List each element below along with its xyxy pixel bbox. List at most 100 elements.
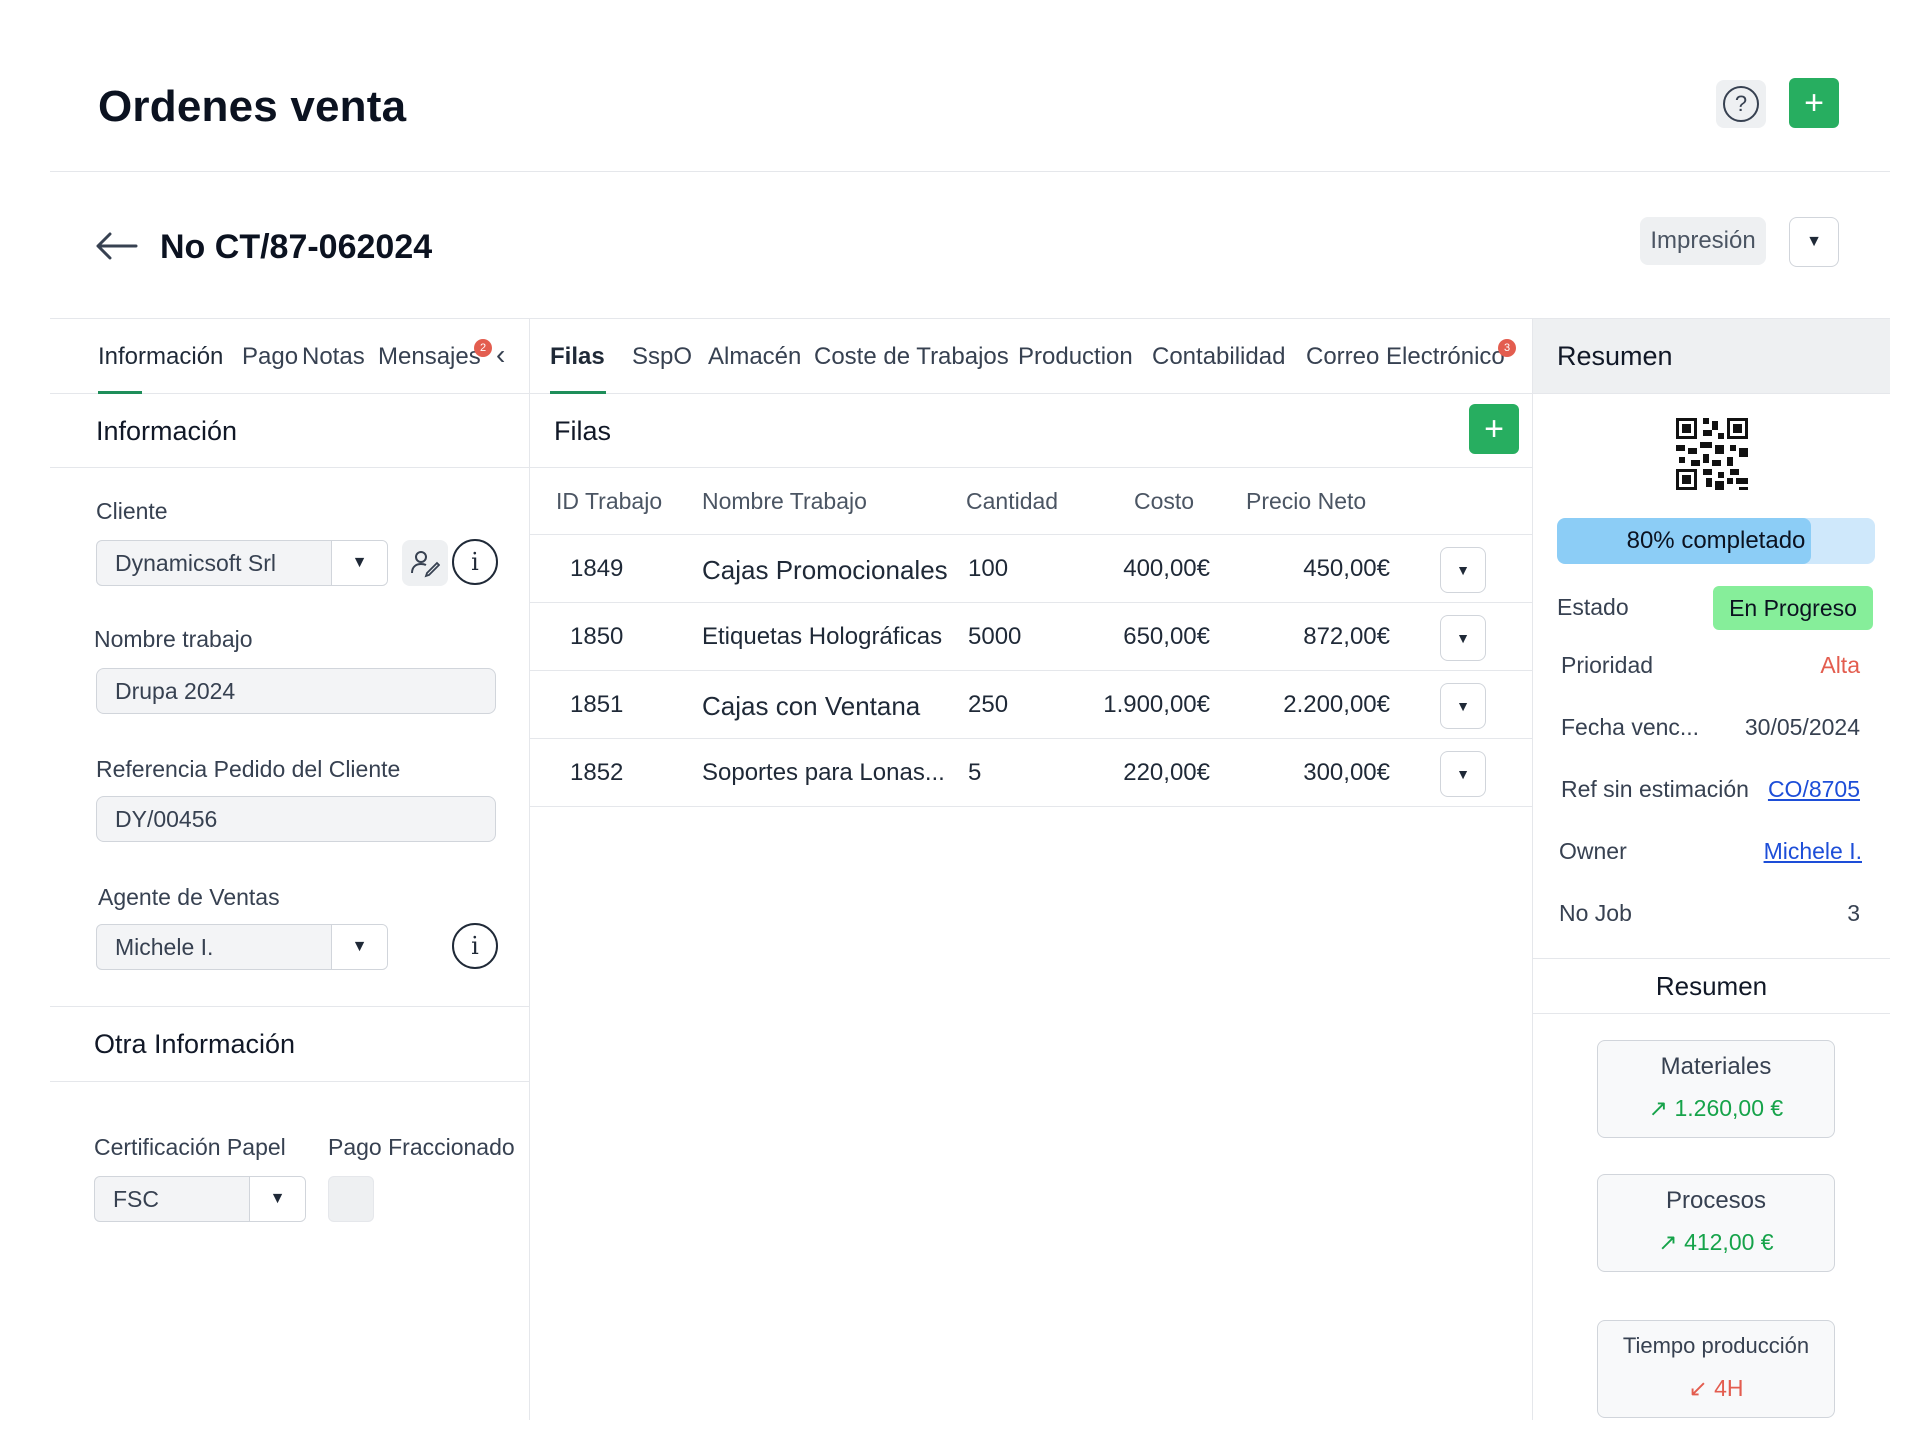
row-menu-button[interactable]: ▼: [1440, 683, 1486, 729]
cell-costo: 650,00€: [1123, 623, 1210, 650]
correo-badge: 3: [1498, 339, 1516, 357]
agente-info-icon[interactable]: i: [452, 923, 498, 969]
cliente-select[interactable]: Dynamicsoft Srl ▼: [96, 540, 388, 586]
rows-panel: Filas SspO Almacén Coste de Trabajos Pro…: [530, 318, 1533, 1420]
more-options-button[interactable]: ▼: [1789, 217, 1839, 267]
mid-tabbar: Filas SspO Almacén Coste de Trabajos Pro…: [530, 318, 1532, 394]
tab-filas[interactable]: Filas: [550, 343, 605, 371]
certificacion-value: FSC: [113, 1185, 159, 1212]
question-icon: ?: [1723, 86, 1759, 122]
arrow-down-left-icon: ↙: [1688, 1375, 1708, 1401]
add-order-button[interactable]: +: [1789, 78, 1839, 128]
cliente-value: Dynamicsoft Srl: [115, 549, 277, 576]
filas-section-head: Filas +: [530, 394, 1532, 468]
tab-correo[interactable]: Correo Electrónico: [1306, 343, 1505, 371]
cell-nombre: Cajas con Ventana: [702, 691, 921, 721]
cliente-label: Cliente: [96, 498, 168, 524]
cell-id: 1850: [570, 623, 624, 650]
certificacion-label: Certificación Papel: [94, 1134, 286, 1160]
cell-id: 1849: [570, 555, 624, 582]
card-title: Procesos: [1665, 1187, 1767, 1214]
row-menu-button[interactable]: ▼: [1440, 547, 1486, 593]
left-tabbar: Información Pago Notas Mensajes 2 ‹: [50, 318, 529, 394]
certificacion-select[interactable]: FSC ▼: [94, 1176, 306, 1222]
qr-code-icon[interactable]: [1676, 418, 1748, 490]
back-arrow-icon[interactable]: [94, 230, 138, 262]
owner-label: Owner: [1559, 838, 1627, 864]
cell-id: 1851: [570, 691, 624, 718]
card-title: Materiales: [1660, 1053, 1772, 1080]
tab-notas[interactable]: Notas: [302, 343, 365, 371]
pago-fraccionado-checkbox[interactable]: [328, 1176, 374, 1222]
table-row[interactable]: 1850 Etiquetas Holográficas 5000 650,00€…: [530, 603, 1533, 671]
cell-cantidad: 250: [968, 691, 1009, 718]
caret-down-icon: ▼: [1456, 698, 1470, 714]
tab-informacion[interactable]: Información: [98, 343, 223, 371]
summary-subtitle: Resumen: [1655, 971, 1768, 1001]
tab-contabilidad[interactable]: Contabilidad: [1152, 343, 1285, 371]
table-row[interactable]: 1849 Cajas Promocionales 100 400,00€ 450…: [530, 535, 1533, 603]
help-button[interactable]: ?: [1716, 80, 1766, 128]
cell-costo: 1.900,00€: [1103, 691, 1210, 718]
info-panel: Información Pago Notas Mensajes 2 ‹ Info…: [50, 318, 530, 1420]
section-otra-informacion: Otra Información: [50, 1006, 529, 1082]
card-value: ↗ 1.260,00 €: [1648, 1095, 1784, 1121]
user-edit-icon: [411, 551, 440, 578]
tab-coste-trabajos[interactable]: Coste de Trabajos: [814, 343, 1009, 371]
cell-nombre: Etiquetas Holográficas: [702, 623, 943, 650]
estado-label: Estado: [1557, 594, 1629, 620]
cell-nombre: Soportes para Lonas...: [702, 759, 945, 786]
tab-production[interactable]: Production: [1018, 343, 1133, 371]
filas-title: Filas: [554, 416, 612, 446]
cell-precio-neto: 872,00€: [1303, 623, 1390, 650]
agente-select[interactable]: Michele I. ▼: [96, 924, 388, 970]
cell-id: 1852: [570, 759, 624, 786]
edit-contact-button[interactable]: [402, 540, 448, 586]
caret-down-icon: ▼: [331, 925, 387, 969]
card-value: ↗ 412,00 €: [1658, 1229, 1774, 1255]
card-materiales[interactable]: Materiales ↗ 1.260,00 €: [1597, 1040, 1835, 1138]
card-value: ↙ 4H: [1688, 1375, 1744, 1401]
order-number: No CT/87-062024: [160, 228, 433, 266]
col-header-nombre: Nombre Trabajo: [702, 488, 867, 514]
card-tiempo-produccion[interactable]: Tiempo producción ↙ 4H: [1597, 1320, 1835, 1418]
add-row-button[interactable]: +: [1469, 404, 1519, 454]
col-header-precio-neto: Precio Neto: [1246, 488, 1367, 514]
progress-bar: 80% completado: [1557, 518, 1875, 564]
table-row[interactable]: 1851 Cajas con Ventana 250 1.900,00€ 2.2…: [530, 671, 1533, 739]
summary-header: Resumen: [1533, 318, 1890, 394]
row-menu-button[interactable]: ▼: [1440, 751, 1486, 797]
tab-sspo[interactable]: SspO: [632, 343, 692, 371]
cell-cantidad: 100: [968, 555, 1009, 582]
row-menu-button[interactable]: ▼: [1440, 615, 1486, 661]
tab-pago[interactable]: Pago: [242, 343, 298, 371]
cell-precio-neto: 2.200,00€: [1283, 691, 1390, 718]
caret-down-icon: ▼: [1456, 766, 1470, 782]
tab-mensajes[interactable]: Mensajes: [378, 343, 481, 371]
cell-nombre: Cajas Promocionales: [702, 555, 948, 585]
card-procesos[interactable]: Procesos ↗ 412,00 €: [1597, 1174, 1835, 1272]
nojob-label: No Job: [1559, 900, 1632, 926]
cliente-info-icon[interactable]: i: [452, 539, 498, 585]
nombre-trabajo-input[interactable]: Drupa 2024: [96, 668, 496, 714]
caret-down-icon: ▼: [249, 1177, 305, 1221]
ref-estimacion-label: Ref sin estimación: [1561, 776, 1749, 802]
section-informacion: Información: [50, 394, 529, 468]
nombre-trabajo-label: Nombre trabajo: [94, 626, 253, 652]
arrow-up-right-icon: ↗: [1658, 1229, 1678, 1255]
owner-link[interactable]: Michele I.: [1764, 838, 1862, 865]
app-frame: Ordenes venta ? + No CT/87-062024 Impres…: [50, 0, 1890, 1420]
card-title: Tiempo producción: [1622, 1333, 1810, 1358]
chevron-left-icon[interactable]: ‹: [496, 339, 505, 371]
referencia-label: Referencia Pedido del Cliente: [96, 756, 401, 782]
tab-almacen[interactable]: Almacén: [708, 343, 801, 371]
cell-cantidad: 5000: [968, 623, 1022, 650]
col-header-costo: Costo: [1134, 488, 1195, 514]
referencia-input[interactable]: DY/00456: [96, 796, 496, 842]
cell-costo: 220,00€: [1123, 759, 1210, 786]
section-title: Información: [96, 416, 238, 446]
agente-label: Agente de Ventas: [98, 884, 280, 910]
table-row[interactable]: 1852 Soportes para Lonas... 5 220,00€ 30…: [530, 739, 1533, 807]
print-button[interactable]: Impresión: [1640, 217, 1766, 265]
ref-estimacion-link[interactable]: CO/8705: [1768, 776, 1860, 803]
